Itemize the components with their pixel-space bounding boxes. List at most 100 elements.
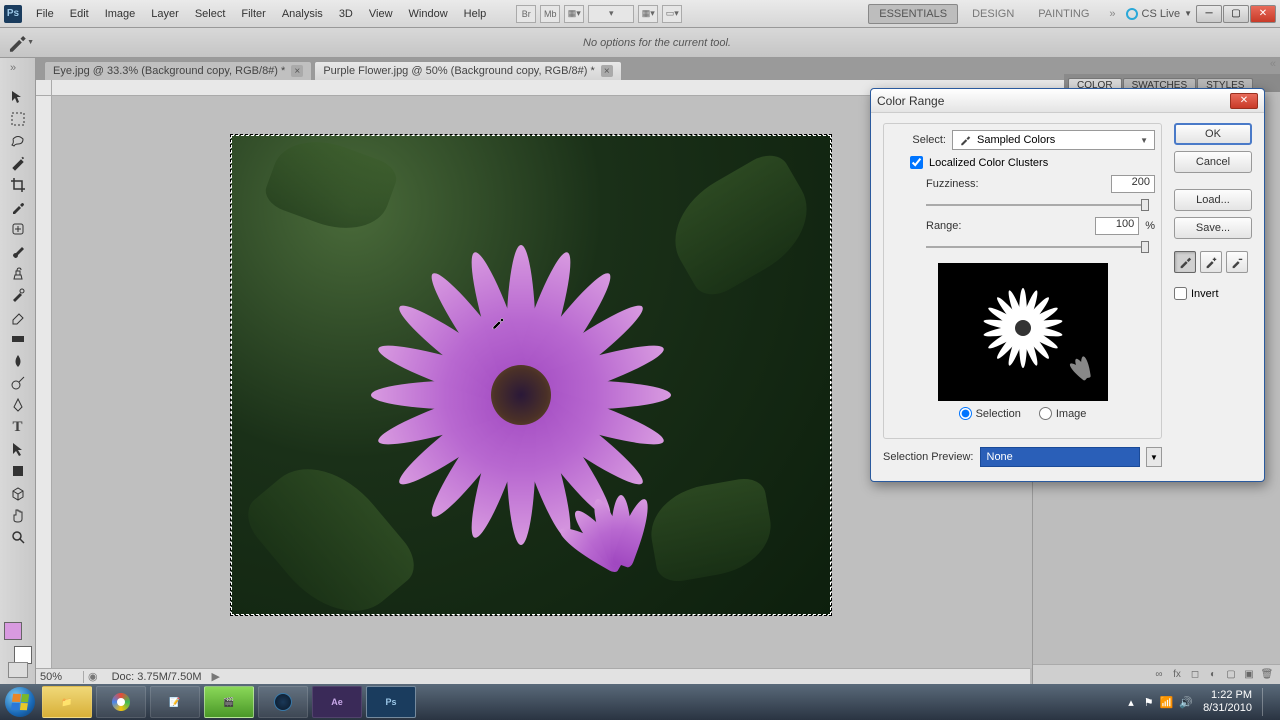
localized-clusters-checkbox[interactable]: Localized Color Clusters	[910, 156, 1155, 169]
crop-tool[interactable]	[5, 174, 31, 196]
3d-tool[interactable]	[5, 482, 31, 504]
tab-close-icon[interactable]: ×	[291, 65, 303, 77]
zoom-tool[interactable]	[5, 526, 31, 548]
eraser-tool[interactable]	[5, 306, 31, 328]
link-layers-icon[interactable]: ∞	[1152, 668, 1166, 682]
taskbar-item-photoshop[interactable]: Ps	[366, 686, 416, 718]
foreground-color-swatch[interactable]	[4, 622, 22, 640]
image-radio[interactable]: Image	[1039, 407, 1087, 420]
fuzziness-value-field[interactable]: 200	[1111, 175, 1155, 193]
maximize-button[interactable]: ▢	[1223, 5, 1249, 23]
show-desktop-button[interactable]	[1262, 688, 1270, 716]
adjustment-layer-icon[interactable]: ◐	[1206, 668, 1220, 682]
chevron-down-icon[interactable]: ▼	[1146, 447, 1162, 467]
workspace-design[interactable]: DESIGN	[962, 5, 1024, 23]
document-tab[interactable]: Eye.jpg @ 33.3% (Background copy, RGB/8#…	[44, 61, 312, 80]
clone-stamp-tool[interactable]	[5, 262, 31, 284]
image-canvas[interactable]	[231, 135, 831, 615]
load-button[interactable]: Load...	[1174, 189, 1252, 211]
menu-3d[interactable]: 3D	[331, 4, 361, 24]
range-value-field[interactable]: 100	[1095, 217, 1139, 235]
brush-tool[interactable]	[5, 240, 31, 262]
lasso-tool[interactable]	[5, 130, 31, 152]
eyedropper-subtract-button[interactable]	[1226, 251, 1248, 273]
checkbox-input[interactable]	[910, 156, 923, 169]
menu-layer[interactable]: Layer	[143, 4, 187, 24]
new-layer-icon[interactable]: ▣	[1242, 668, 1256, 682]
eyedropper-add-button[interactable]	[1200, 251, 1222, 273]
dialog-titlebar[interactable]: Color Range ✕	[871, 89, 1264, 113]
slider-thumb[interactable]	[1141, 241, 1149, 253]
tray-expand-icon[interactable]: ▴	[1128, 696, 1134, 709]
vertical-ruler[interactable]	[36, 96, 52, 668]
history-brush-tool[interactable]	[5, 284, 31, 306]
hand-tool[interactable]	[5, 504, 31, 526]
path-selection-tool[interactable]	[5, 438, 31, 460]
taskbar-item-notes[interactable]: 📝	[150, 686, 200, 718]
workspace-painting[interactable]: PAINTING	[1028, 5, 1099, 23]
document-info[interactable]: Doc: 3.75M/7.50M	[102, 671, 212, 683]
invert-checkbox[interactable]: Invert	[1174, 287, 1252, 300]
range-slider[interactable]	[926, 239, 1145, 255]
ok-button[interactable]: OK	[1174, 123, 1252, 145]
save-button[interactable]: Save...	[1174, 217, 1252, 239]
magic-wand-tool[interactable]	[5, 152, 31, 174]
type-tool[interactable]: T	[5, 416, 31, 438]
tray-flag-icon[interactable]: ⚑	[1144, 696, 1154, 709]
tab-close-icon[interactable]: ×	[601, 65, 613, 77]
workspace-more-icon[interactable]: »	[1103, 8, 1121, 20]
taskbar-item-aftereffects[interactable]: Ae	[312, 686, 362, 718]
selection-preview-thumbnail[interactable]	[938, 263, 1108, 401]
panels-collapse-icon[interactable]: «	[1270, 58, 1276, 70]
gradient-tool[interactable]	[5, 328, 31, 350]
menu-image[interactable]: Image	[97, 4, 144, 24]
pen-tool[interactable]	[5, 394, 31, 416]
cancel-button[interactable]: Cancel	[1174, 151, 1252, 173]
move-tool[interactable]	[5, 86, 31, 108]
menu-file[interactable]: File	[28, 4, 62, 24]
eyedropper-tool[interactable]	[5, 196, 31, 218]
tray-clock[interactable]: 1:22 PM 8/31/2010	[1203, 689, 1252, 715]
tray-network-icon[interactable]: 📶	[1160, 696, 1174, 709]
document-tab[interactable]: Purple Flower.jpg @ 50% (Background copy…	[314, 61, 621, 80]
zoom-level-dropdown[interactable]: ▾	[588, 5, 634, 23]
taskbar-item-chrome[interactable]	[96, 686, 146, 718]
menu-analysis[interactable]: Analysis	[274, 4, 331, 24]
slider-thumb[interactable]	[1141, 199, 1149, 211]
menu-help[interactable]: Help	[456, 4, 495, 24]
mini-bridge-icon[interactable]: Mb	[540, 5, 560, 23]
palette-collapse-icon[interactable]: »	[10, 62, 16, 74]
selection-radio[interactable]: Selection	[959, 407, 1021, 420]
selection-preview-dropdown[interactable]: None	[980, 447, 1141, 467]
dodge-tool[interactable]	[5, 372, 31, 394]
start-button[interactable]	[0, 684, 40, 720]
workspace-essentials[interactable]: ESSENTIALS	[868, 4, 958, 24]
launch-bridge-icon[interactable]: Br	[516, 5, 536, 23]
quick-mask-toggle[interactable]	[8, 662, 28, 678]
menu-select[interactable]: Select	[187, 4, 234, 24]
layer-group-icon[interactable]: ▢	[1224, 668, 1238, 682]
minimize-button[interactable]: ─	[1196, 5, 1222, 23]
close-button[interactable]: ✕	[1250, 5, 1276, 23]
view-extras-icon[interactable]: ▦▾	[564, 5, 584, 23]
shape-tool[interactable]	[5, 460, 31, 482]
blur-tool[interactable]	[5, 350, 31, 372]
tray-volume-icon[interactable]: 🔊	[1179, 696, 1193, 709]
menu-view[interactable]: View	[361, 4, 401, 24]
eyedropper-sample-button[interactable]	[1174, 251, 1196, 273]
taskbar-item-app[interactable]: 🎬	[204, 686, 254, 718]
fuzziness-slider[interactable]	[926, 197, 1145, 213]
zoom-level-field[interactable]: 50%	[36, 671, 84, 683]
marquee-tool[interactable]	[5, 108, 31, 130]
foreground-background-swatches[interactable]	[4, 622, 32, 664]
ruler-origin[interactable]	[36, 80, 52, 96]
arrange-documents-icon[interactable]: ▦▾	[638, 5, 658, 23]
menu-filter[interactable]: Filter	[233, 4, 273, 24]
healing-brush-tool[interactable]	[5, 218, 31, 240]
layer-style-icon[interactable]: fx	[1170, 668, 1184, 682]
cs-live-button[interactable]: CS Live ▼	[1126, 8, 1192, 20]
select-dropdown[interactable]: Sampled Colors ▼	[952, 130, 1155, 150]
screen-mode-icon[interactable]: ▭▾	[662, 5, 682, 23]
layer-mask-icon[interactable]: ◻	[1188, 668, 1202, 682]
delete-layer-icon[interactable]: 🗑	[1260, 668, 1274, 682]
